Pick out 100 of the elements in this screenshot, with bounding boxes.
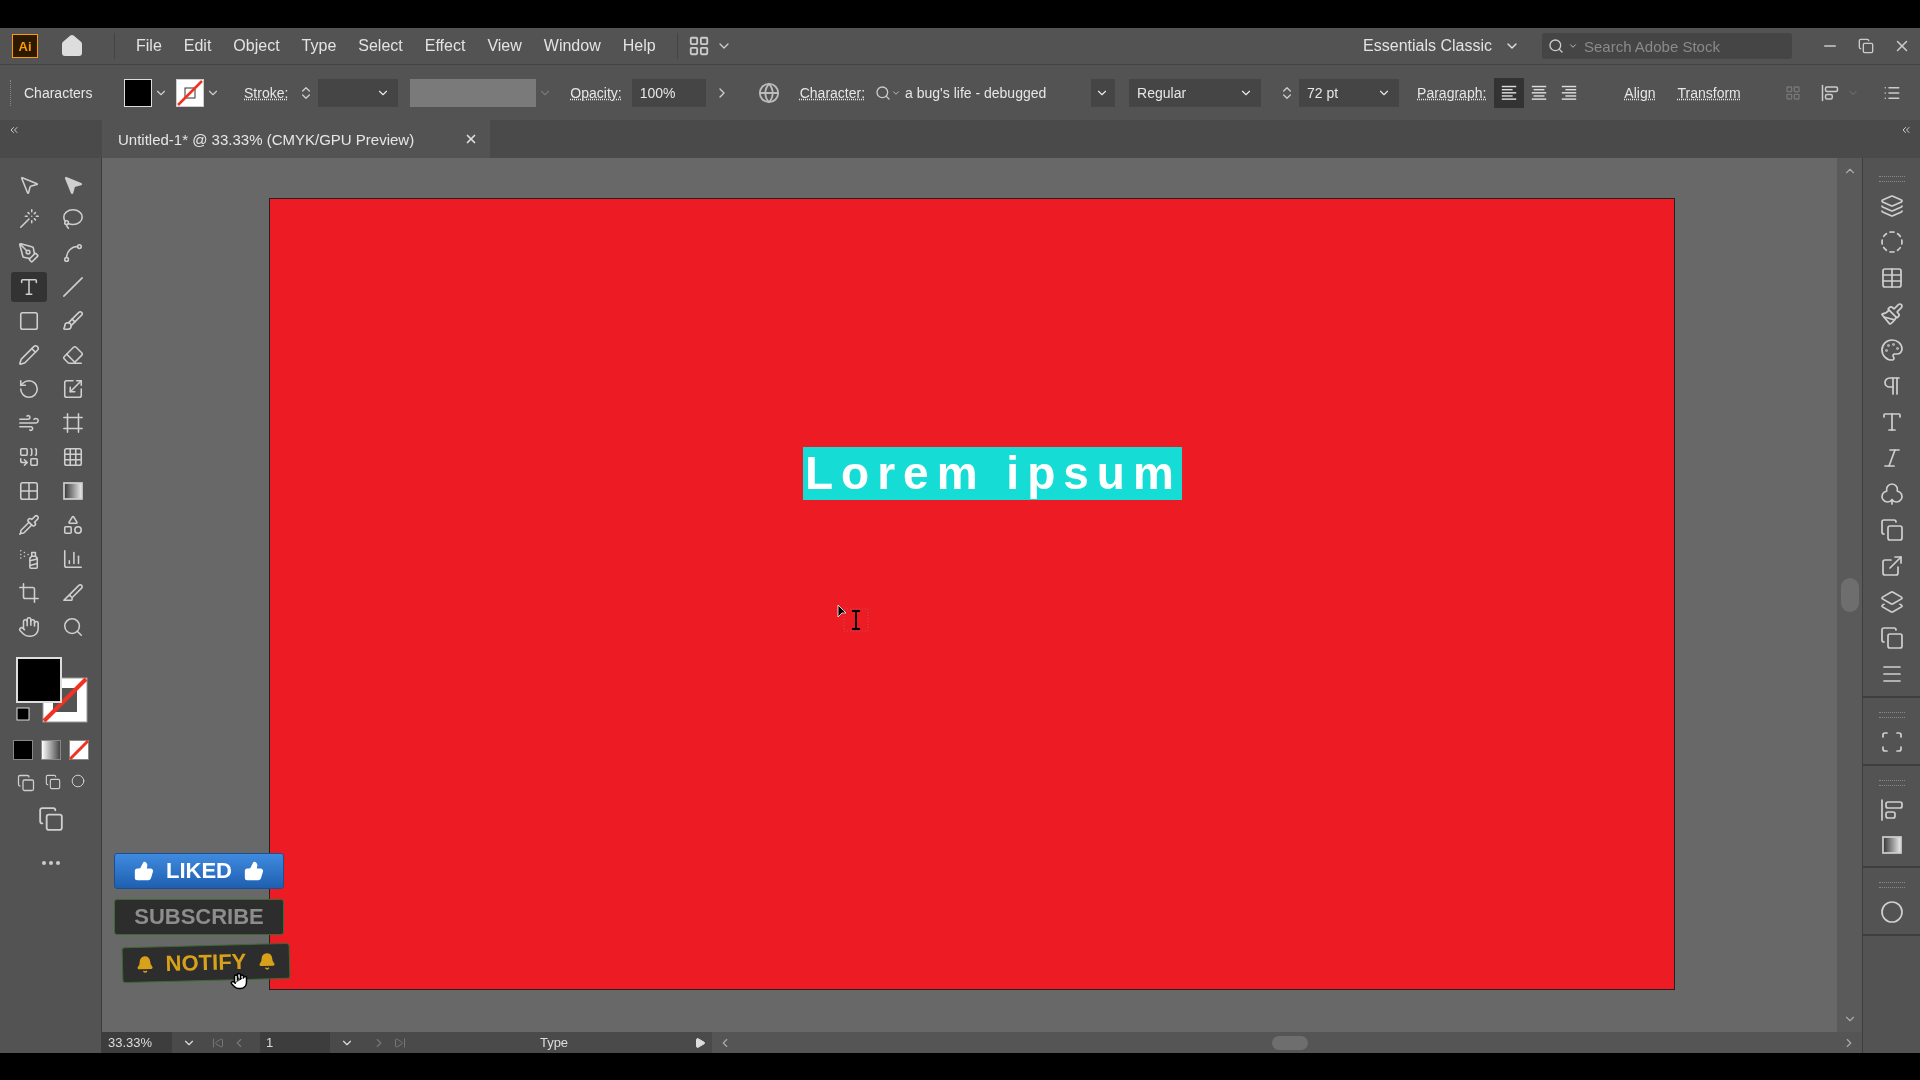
stacked-squares-icon[interactable] xyxy=(1879,590,1904,614)
brush-icon[interactable] xyxy=(61,310,84,332)
no-stroke-swatch[interactable] xyxy=(176,78,204,107)
overlap-squares-icon[interactable] xyxy=(1879,518,1904,542)
search-field[interactable]: Search Adobe Stock xyxy=(1582,36,1766,56)
zoom-icon[interactable] xyxy=(61,616,84,638)
play-icon[interactable] xyxy=(694,1036,706,1049)
shapes-icon[interactable] xyxy=(61,514,84,536)
color-mode-icon[interactable] xyxy=(12,740,33,760)
bar-chart-icon[interactable] xyxy=(61,548,84,570)
menu-item[interactable]: Effect xyxy=(413,37,477,55)
align-link[interactable]: Align xyxy=(1624,84,1656,101)
gradient-icon[interactable] xyxy=(1880,834,1903,856)
font-size-field[interactable]: 72 pt xyxy=(1299,78,1400,107)
stroke-weight-field[interactable] xyxy=(318,78,399,107)
app-logo: Ai xyxy=(12,34,38,58)
tool-button[interactable] xyxy=(10,272,47,302)
align-right-icon xyxy=(1560,83,1579,102)
none-mode-icon[interactable] xyxy=(68,740,89,760)
pencil-icon[interactable] xyxy=(17,344,40,366)
export-icon[interactable] xyxy=(1879,554,1904,578)
menu-item[interactable]: Select xyxy=(347,37,414,55)
fill-swatch[interactable] xyxy=(124,78,152,107)
color-icon[interactable] xyxy=(1879,900,1904,924)
artboard-field[interactable]: 1 xyxy=(260,1032,330,1053)
hand-icon[interactable] xyxy=(17,616,40,638)
pen-icon[interactable] xyxy=(17,242,40,264)
brush-definition-field[interactable] xyxy=(410,78,537,107)
search-box[interactable]: Search Adobe Stock xyxy=(1542,33,1792,59)
align-icon[interactable] xyxy=(1879,798,1904,822)
mesh-icon[interactable] xyxy=(17,480,40,502)
layers-icon[interactable] xyxy=(1879,194,1904,218)
club-icon[interactable] xyxy=(1879,482,1904,506)
eraser-icon[interactable] xyxy=(61,344,84,366)
recolor-icon[interactable] xyxy=(757,81,780,104)
brush-icon[interactable] xyxy=(1879,302,1904,326)
search-icon[interactable] xyxy=(875,84,892,101)
hand-cursor-icon xyxy=(230,972,248,990)
menu-item[interactable]: Type xyxy=(290,37,348,55)
collapse-icon[interactable] xyxy=(8,124,20,136)
transform-icon[interactable] xyxy=(1879,730,1904,754)
bell-icon xyxy=(135,955,154,974)
crop-icon[interactable] xyxy=(17,582,40,604)
spray-can-icon[interactable] xyxy=(17,548,40,570)
font-style-dropdown[interactable]: Regular xyxy=(1129,78,1262,107)
knife-icon[interactable] xyxy=(61,582,84,604)
workspace-switcher[interactable]: Essentials Classic xyxy=(1349,37,1534,55)
opacity-field[interactable]: 100% xyxy=(631,78,706,107)
frame-icon[interactable] xyxy=(61,412,84,434)
text-frame: Lorem ipsum xyxy=(803,447,1182,500)
grid-icon[interactable] xyxy=(61,446,84,468)
home-icon[interactable] xyxy=(60,34,84,58)
eyedropper-icon[interactable] xyxy=(17,514,40,536)
scroll-thumb[interactable] xyxy=(1272,1035,1308,1050)
collapse-icon[interactable] xyxy=(1900,124,1912,136)
zoom-field[interactable]: 33.33% xyxy=(102,1032,172,1053)
scale-icon[interactable] xyxy=(61,378,84,400)
menu-item[interactable]: Object xyxy=(222,37,291,55)
font-style-value: Regular xyxy=(1137,84,1187,101)
thumbs-up-icon xyxy=(134,861,154,881)
alignment-button[interactable] xyxy=(1494,77,1525,108)
draw-inside-icon[interactable] xyxy=(70,774,85,788)
document-tab[interactable]: Untitled-1* @ 33.33% (CMYK/GPU Preview) xyxy=(102,120,490,158)
align-left-icon xyxy=(1500,83,1519,102)
draw-normal-icon[interactable] xyxy=(16,774,35,792)
draw-behind-icon[interactable] xyxy=(44,774,61,790)
menu-item[interactable]: Edit xyxy=(172,37,223,55)
menu-item[interactable]: Help xyxy=(611,37,667,55)
font-family-field[interactable]: a bug's life - debugged xyxy=(901,78,1092,107)
menu-item[interactable]: Window xyxy=(532,37,612,55)
overlap-squares-icon[interactable] xyxy=(1879,626,1904,650)
character-label: Character: xyxy=(799,84,866,101)
caret-icon[interactable] xyxy=(1568,41,1578,51)
workspace-layout-icon[interactable] xyxy=(687,35,710,57)
dashed-circle-icon[interactable] xyxy=(1879,230,1904,254)
warp-icon[interactable] xyxy=(17,412,40,434)
lasso-icon[interactable] xyxy=(61,208,84,230)
screen-mode-icon[interactable] xyxy=(37,806,64,832)
bell-icon xyxy=(258,952,277,971)
restore-icon[interactable] xyxy=(1858,38,1874,54)
gradient-mode-icon[interactable] xyxy=(40,740,61,760)
menu-item[interactable]: File xyxy=(125,37,173,55)
thumbs-up-icon xyxy=(244,861,264,881)
line-icon[interactable] xyxy=(61,276,84,298)
more-tools-icon[interactable] xyxy=(40,860,61,866)
current-tool-label: Type xyxy=(538,1035,570,1050)
shape-builder-icon[interactable] xyxy=(17,446,40,468)
type-cursor-icon xyxy=(836,603,870,633)
curve-icon[interactable] xyxy=(61,242,84,264)
rotate-icon[interactable] xyxy=(17,378,40,400)
gradient-icon[interactable] xyxy=(61,480,84,502)
close-icon[interactable] xyxy=(464,132,478,146)
search-icon[interactable] xyxy=(1548,38,1564,54)
swatches-icon[interactable] xyxy=(1879,266,1904,290)
rectangle-icon[interactable] xyxy=(17,310,40,332)
palette-icon[interactable] xyxy=(1879,338,1904,362)
transform-link[interactable]: Transform xyxy=(1677,84,1741,101)
menu-item[interactable]: View xyxy=(476,37,533,55)
arrange-icon[interactable] xyxy=(1820,83,1839,102)
wand-icon[interactable] xyxy=(17,208,40,230)
